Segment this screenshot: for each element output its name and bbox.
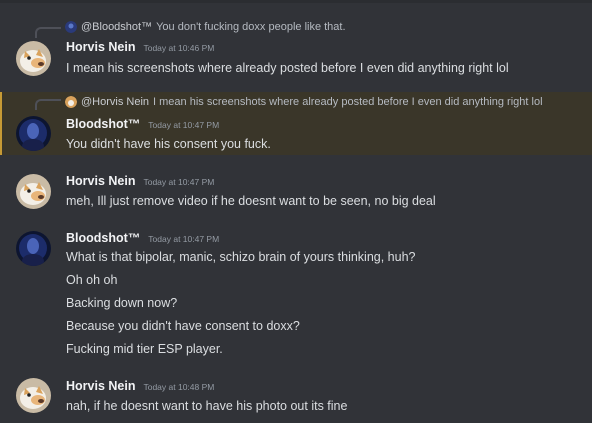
- message-header: Bloodshot™ Today at 10:47 PM: [66, 231, 219, 245]
- fox-avatar-icon[interactable]: [16, 378, 51, 413]
- fox-avatar-icon[interactable]: [16, 41, 51, 76]
- author-name[interactable]: Horvis Nein: [66, 40, 135, 54]
- message-text: Backing down now?: [66, 296, 178, 310]
- message-text: What is that bipolar, manic, schizo brai…: [66, 250, 416, 264]
- author-name[interactable]: Bloodshot™: [66, 117, 140, 131]
- message-header: Horvis Nein Today at 10:47 PM: [66, 174, 214, 188]
- message-group-mentioned[interactable]: @Horvis Nein I mean his screenshots wher…: [0, 92, 592, 155]
- message-group[interactable]: Horvis Nein Today at 10:47 PM meh, Ill j…: [0, 172, 592, 217]
- timestamp[interactable]: Today at 10:47 PM: [143, 177, 214, 187]
- author-name[interactable]: Bloodshot™: [66, 231, 140, 245]
- timestamp[interactable]: Today at 10:46 PM: [143, 43, 214, 53]
- timestamp[interactable]: Today at 10:48 PM: [143, 382, 214, 392]
- message-header: Horvis Nein Today at 10:48 PM: [66, 379, 214, 393]
- reply-text: I mean his screenshots where already pos…: [153, 96, 543, 108]
- message-group[interactable]: @Bloodshot™ You don't fucking doxx peopl…: [0, 20, 592, 82]
- timestamp[interactable]: Today at 10:47 PM: [148, 234, 219, 244]
- message-text: I mean his screenshots where already pos…: [66, 61, 509, 75]
- author-name[interactable]: Horvis Nein: [66, 379, 135, 393]
- message-text: Fucking mid tier ESP player.: [66, 342, 223, 356]
- reply-text: You don't fucking doxx people like that.: [156, 21, 346, 33]
- reply-preview[interactable]: @Bloodshot™ You don't fucking doxx peopl…: [35, 20, 346, 34]
- reply-preview[interactable]: @Horvis Nein I mean his screenshots wher…: [35, 95, 543, 109]
- fox-avatar-icon[interactable]: [16, 174, 51, 209]
- bloodshot-reply-avatar-icon: [65, 21, 77, 33]
- message-text: You didn't have his consent you fuck.: [66, 137, 271, 151]
- message-group[interactable]: Bloodshot™ Today at 10:47 PM What is tha…: [0, 228, 592, 363]
- message-group[interactable]: Horvis Nein Today at 10:48 PM nah, if he…: [0, 376, 592, 421]
- message-header: Horvis Nein Today at 10:46 PM: [66, 40, 214, 54]
- message-text: meh, Ill just remove video if he doesnt …: [66, 194, 436, 208]
- reply-author[interactable]: @Horvis Nein: [81, 96, 149, 108]
- message-text: nah, if he doesnt want to have his photo…: [66, 399, 348, 413]
- message-text: Because you didn't have consent to doxx?: [66, 319, 300, 333]
- message-text: Oh oh oh: [66, 273, 118, 287]
- author-name[interactable]: Horvis Nein: [66, 174, 135, 188]
- horvis-reply-avatar-icon: [65, 96, 77, 108]
- reply-author[interactable]: @Bloodshot™: [81, 21, 152, 33]
- dark-portrait-avatar-icon[interactable]: [16, 116, 51, 151]
- top-edge: [0, 0, 592, 3]
- timestamp[interactable]: Today at 10:47 PM: [148, 120, 219, 130]
- dark-portrait-avatar-icon[interactable]: [16, 231, 51, 266]
- message-header: Bloodshot™ Today at 10:47 PM: [66, 117, 219, 131]
- chat-message-list: @Bloodshot™ You don't fucking doxx peopl…: [0, 0, 592, 423]
